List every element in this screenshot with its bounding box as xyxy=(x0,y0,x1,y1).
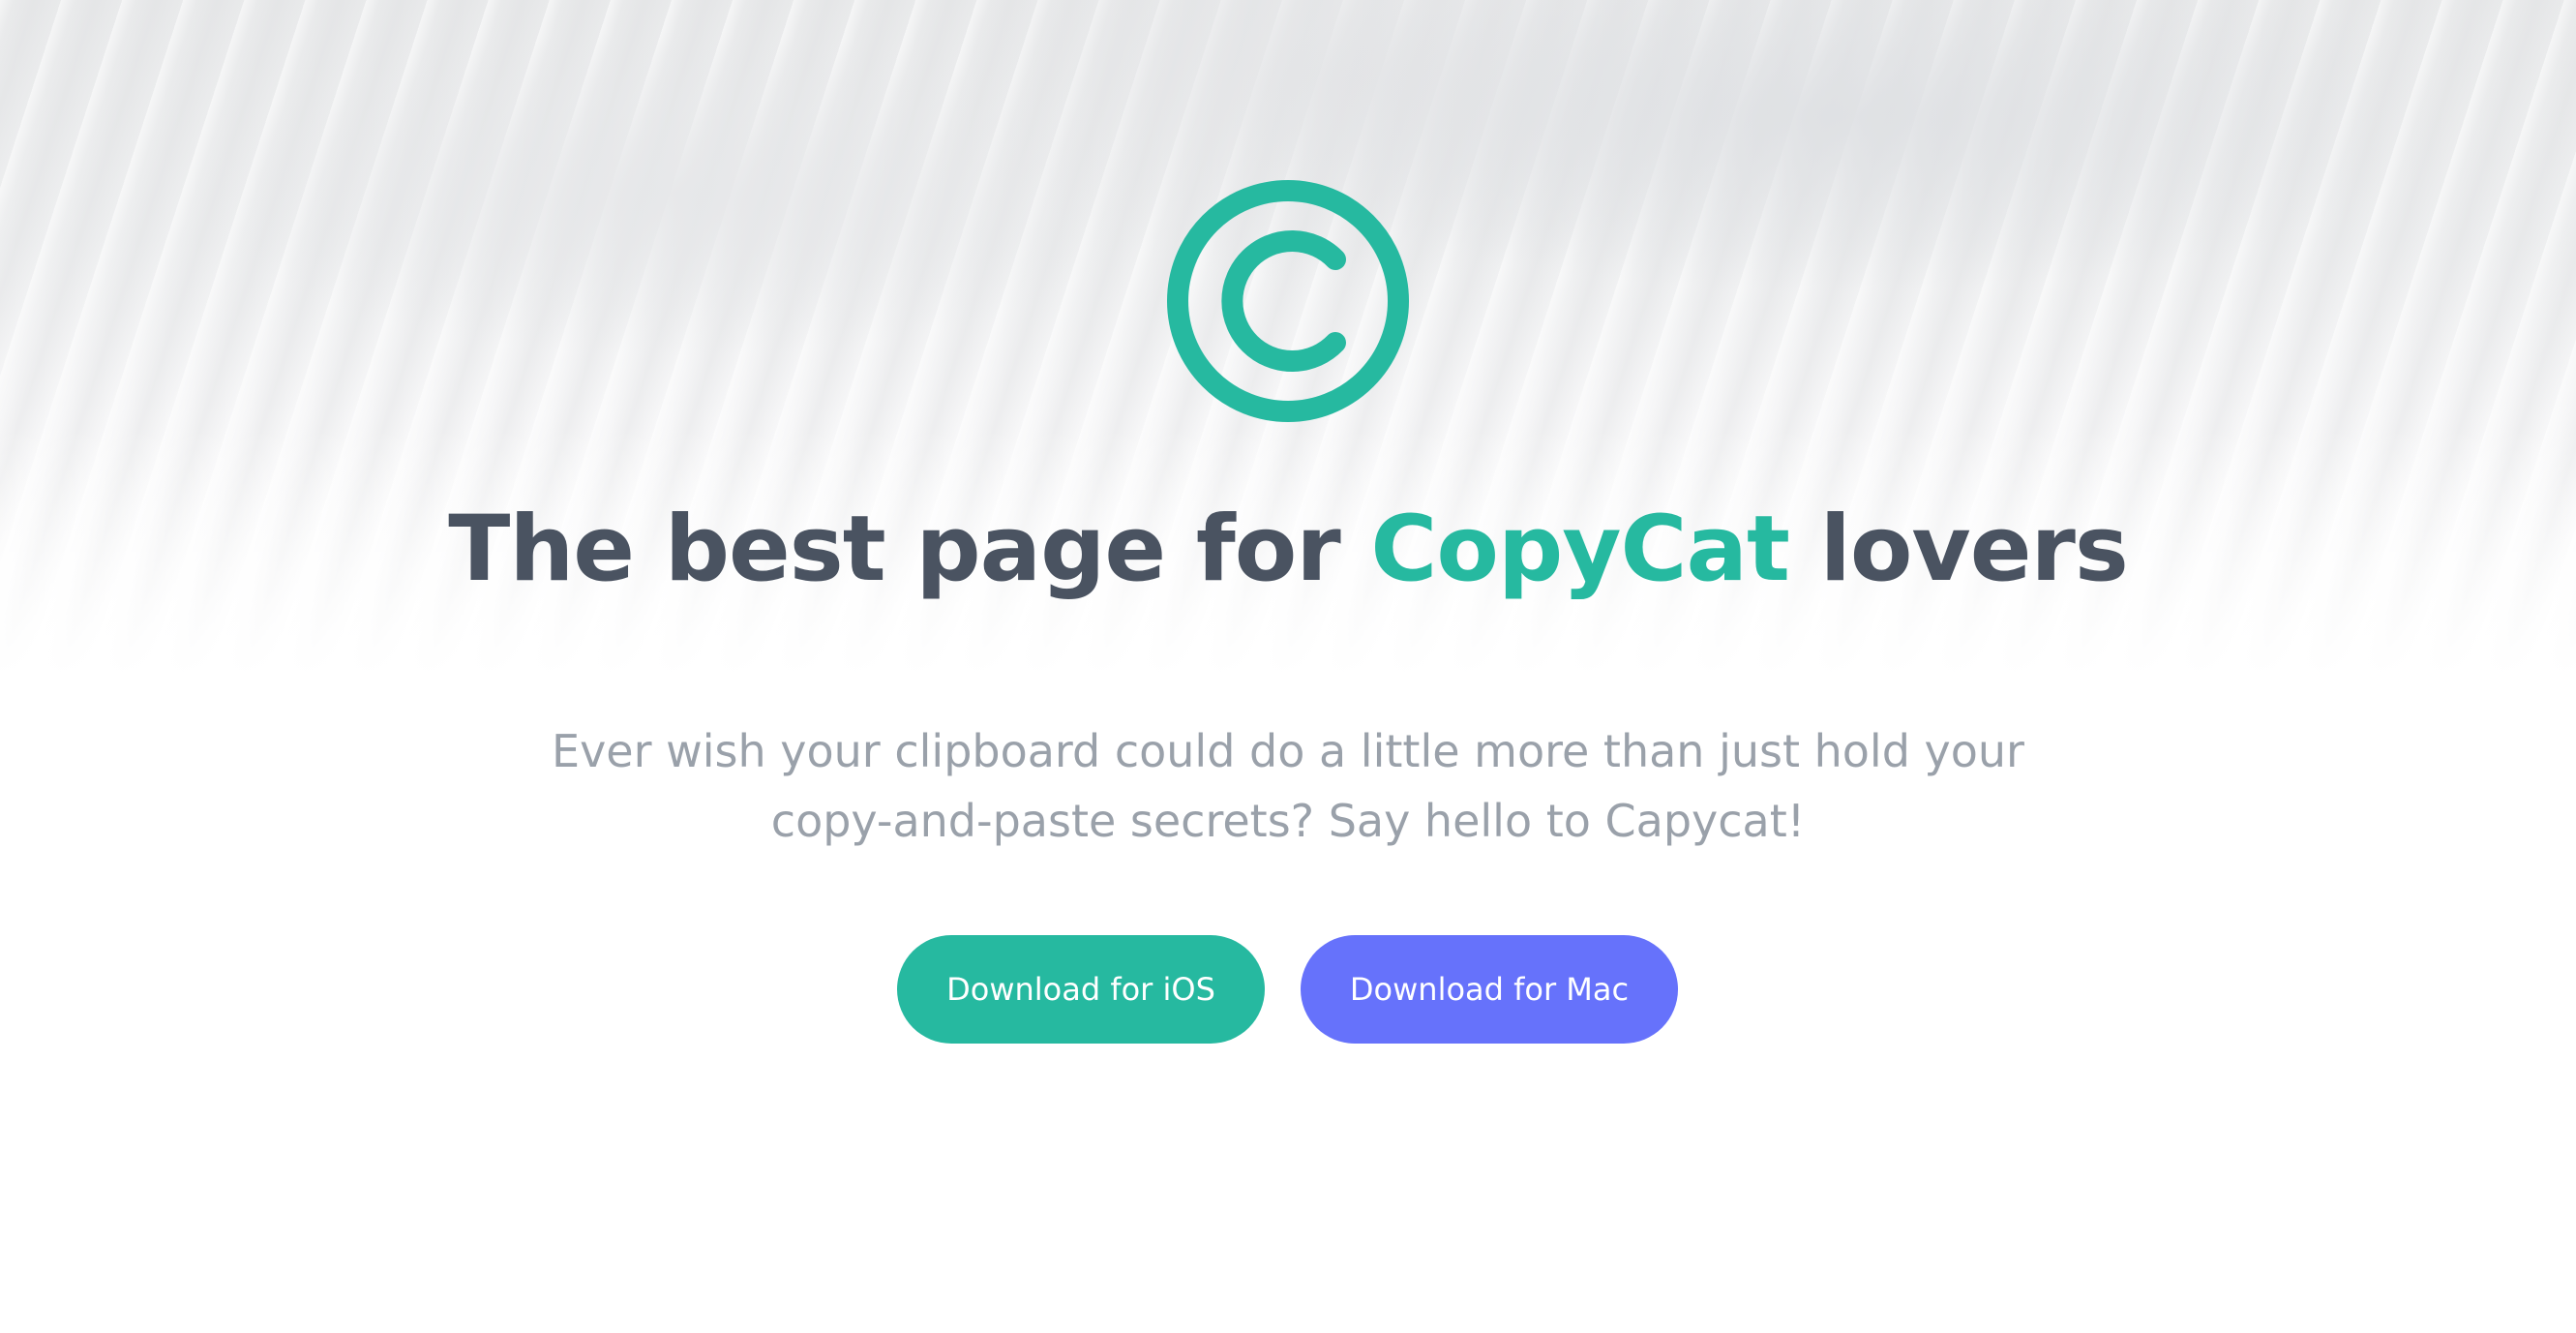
copyright-icon xyxy=(1167,180,1409,422)
hero-section: The best page for CopyCat lovers Ever wi… xyxy=(0,0,2576,1333)
headline-text-before: The best page for xyxy=(448,497,1371,602)
download-mac-button[interactable]: Download for Mac xyxy=(1301,935,1678,1044)
download-ios-button[interactable]: Download for iOS xyxy=(897,935,1265,1044)
headline-brand-name: CopyCat xyxy=(1370,497,1789,602)
headline-text-after: lovers xyxy=(1788,497,2129,602)
page-title: The best page for CopyCat lovers xyxy=(0,492,2576,608)
hero-subtitle: Ever wish your clipboard could do a litt… xyxy=(552,725,2024,847)
